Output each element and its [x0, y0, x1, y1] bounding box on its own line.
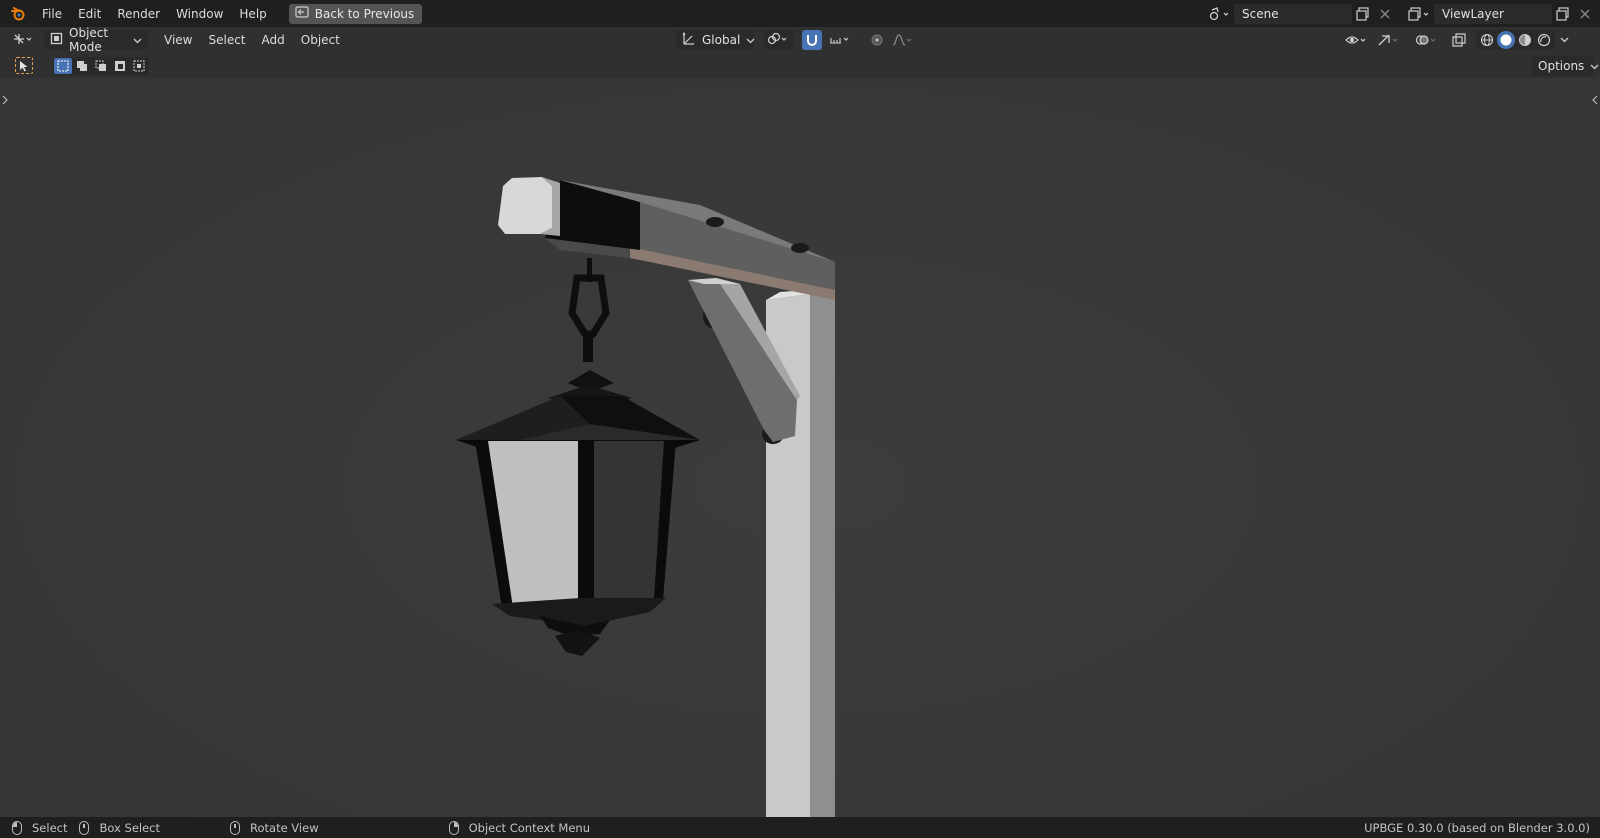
view-layer-name-field[interactable]: ViewLayer [1434, 3, 1552, 24]
select-subtract-icon[interactable] [92, 58, 110, 74]
delete-scene-icon[interactable] [1374, 4, 1396, 24]
delete-view-layer-icon[interactable] [1574, 4, 1596, 24]
pivot-point-icon [767, 32, 789, 49]
status-box-select: Box Select [99, 820, 160, 835]
top-bar: File Edit Render Window Help Back to Pre… [0, 0, 1600, 27]
editor-type-icon [12, 32, 34, 49]
new-scene-icon[interactable] [1352, 4, 1374, 24]
left-mouse-icon [12, 820, 22, 835]
select-new-icon[interactable] [54, 57, 72, 74]
menu-select[interactable]: Select [200, 33, 253, 47]
transform-controls: Global [676, 30, 914, 50]
lantern-roof [456, 370, 700, 448]
orientation-icon [682, 31, 696, 49]
menu-add[interactable]: Add [254, 33, 293, 47]
status-rotate-view: Rotate View [250, 820, 319, 835]
new-view-layer-icon[interactable] [1552, 4, 1574, 24]
back-arrow-icon [295, 6, 309, 21]
xray-toggle-icon[interactable] [1448, 30, 1470, 50]
menu-view[interactable]: View [156, 33, 200, 47]
lamp-post-model[interactable] [0, 78, 1600, 817]
wireframe-shading-icon[interactable] [1478, 31, 1496, 49]
editor-type-button[interactable] [8, 30, 38, 50]
3d-viewport[interactable] [0, 78, 1600, 817]
transform-orientation-label: Global [702, 33, 741, 47]
beam-end-cap [498, 177, 560, 236]
rendered-shading-icon[interactable] [1535, 31, 1553, 49]
menu-object[interactable]: Object [293, 33, 348, 47]
falloff-curve-icon[interactable] [892, 30, 914, 50]
snap-target-dropdown[interactable] [826, 30, 856, 50]
transform-orientation-dropdown[interactable]: Global [676, 30, 755, 50]
object-mode-label: Object Mode [69, 26, 109, 54]
version-label: UPBGE 0.30.0 (based on Blender 3.0.0) [1364, 820, 1590, 835]
menu-edit[interactable]: Edit [70, 3, 109, 25]
viewport-shading-controls [1342, 30, 1571, 50]
middle-mouse-drag-icon [230, 820, 240, 835]
object-mode-icon [50, 32, 63, 48]
proportional-editing-icon[interactable] [866, 30, 888, 50]
overlays-toggle-icon[interactable] [1412, 30, 1442, 50]
middle-mouse-icon [79, 820, 90, 835]
menu-window[interactable]: Window [168, 3, 231, 25]
chevron-down-icon [1590, 59, 1599, 73]
solid-shading-icon[interactable] [1497, 31, 1515, 49]
scene-browse-icon[interactable] [1204, 4, 1234, 24]
scene-name-field[interactable]: Scene [1234, 3, 1352, 24]
select-intersect-icon[interactable] [130, 58, 148, 74]
scene-selector: Scene [1204, 3, 1396, 24]
gizmo-toggle-icon[interactable] [1374, 30, 1404, 50]
material-preview-shading-icon[interactable] [1516, 31, 1534, 49]
selection-mode-group [53, 56, 149, 75]
view-layer-selector: ViewLayer [1404, 3, 1596, 24]
shading-options-chevron-icon[interactable] [1557, 30, 1571, 50]
menu-render[interactable]: Render [109, 3, 168, 25]
select-extend-icon[interactable] [73, 58, 91, 74]
back-to-previous-label: Back to Previous [314, 6, 415, 21]
tool-settings-bar: Options [0, 53, 1600, 78]
right-mouse-icon [448, 820, 459, 835]
shading-mode-group [1476, 30, 1555, 50]
status-bar: Select Box Select Rotate View Object Con… [0, 817, 1600, 838]
chevron-down-icon [746, 33, 755, 47]
menu-help[interactable]: Help [231, 3, 274, 25]
options-dropdown[interactable]: Options [1532, 56, 1599, 76]
active-tool-select-box-icon[interactable] [15, 57, 33, 74]
options-label: Options [1538, 59, 1585, 73]
pivot-point-dropdown[interactable] [764, 30, 794, 50]
chevron-down-icon [133, 33, 142, 47]
lantern-glass [487, 441, 665, 608]
back-to-previous-button[interactable]: Back to Previous [288, 3, 423, 24]
select-invert-icon[interactable] [111, 58, 129, 74]
view-layer-browse-icon[interactable] [1404, 4, 1434, 24]
blender-logo-icon[interactable] [8, 4, 28, 24]
snap-toggle-icon[interactable] [802, 30, 822, 50]
status-context-menu: Object Context Menu [468, 820, 590, 835]
object-mode-dropdown[interactable]: Object Mode [44, 26, 148, 54]
snap-increment-icon [829, 32, 851, 49]
menu-file[interactable]: File [34, 3, 70, 25]
status-select: Select [32, 820, 68, 835]
lamp-hanger-chain [568, 258, 610, 362]
viewport-header: Object Mode View Select Add Object Globa… [0, 26, 1600, 54]
lantern-base [492, 598, 666, 656]
visibility-dropdown-icon[interactable] [1342, 30, 1372, 50]
